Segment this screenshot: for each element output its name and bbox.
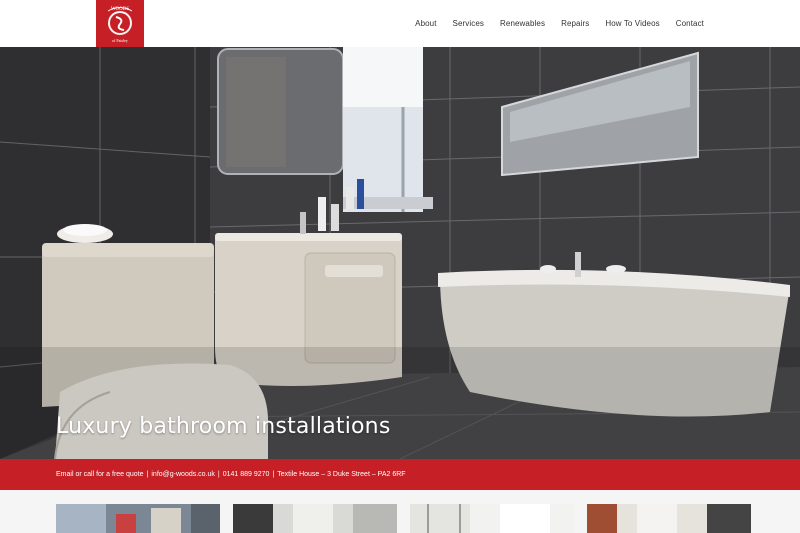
separator: | [146,471,149,478]
main-navigation: About Services Renewables Repairs How To… [399,0,704,47]
shower-thumbnail[interactable] [410,504,574,533]
hero-heading: Luxury bathroom installations [56,414,391,439]
nav-about[interactable]: About [415,19,436,28]
logo-emblem-icon: WOODS of Paisley [107,7,133,43]
logo-wordmark-bottom: of Paisley [112,38,128,43]
nav-repairs[interactable]: Repairs [561,19,589,28]
nav-how-to-videos[interactable]: How To Videos [605,19,659,28]
company-logo[interactable]: WOODS of Paisley [96,0,144,47]
hero-banner [0,47,800,459]
bathroom-photo [0,47,800,459]
logo-wordmark-top: WOODS [111,7,130,12]
phone-link[interactable]: 0141 889 9270 [223,471,270,478]
site-header: WOODS of Paisley About Services Renewabl… [0,0,800,47]
room-thumbnail[interactable] [587,504,751,533]
kitchen-thumbnail[interactable] [56,504,220,533]
bathroom-thumbnail[interactable] [233,504,397,533]
address-text: Textile House – 3 Duke Street – PA2 6RF [277,471,406,478]
nav-services[interactable]: Services [453,19,484,28]
separator: | [217,471,220,478]
contact-info-bar: Email or call for a free quote | info@g-… [0,459,800,490]
separator: | [272,471,275,478]
services-thumbnail-strip [0,490,800,533]
nav-contact[interactable]: Contact [676,19,704,28]
quote-prompt: Email or call for a free quote [56,471,144,478]
nav-renewables[interactable]: Renewables [500,19,545,28]
email-link[interactable]: info@g-woods.co.uk [151,471,215,478]
